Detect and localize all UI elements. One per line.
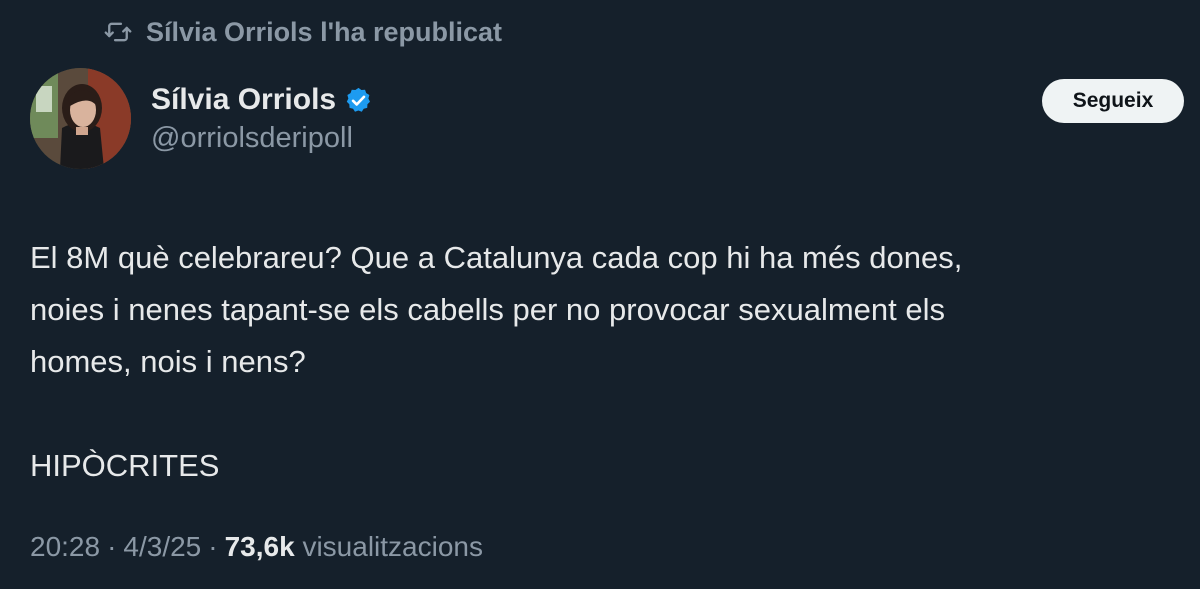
author-handle[interactable]: @orriolsderipoll: [151, 122, 353, 155]
tweet-text-line: El 8M què celebrareu? Que a Catalunya ca…: [30, 240, 963, 275]
author-name-row: Sílvia Orriols: [151, 80, 373, 120]
verified-badge-icon: [344, 86, 373, 115]
tweet-date[interactable]: 4/3/25: [123, 531, 201, 563]
avatar[interactable]: [30, 68, 131, 169]
follow-button[interactable]: Segueix: [1042, 79, 1184, 123]
tweet-text-line: homes, nois i nens?: [30, 344, 306, 379]
meta-separator: ·: [107, 531, 117, 562]
tweet-card: Sílvia Orriols l'ha republicat Sílvia Or…: [0, 0, 1200, 589]
repost-text: Sílvia Orriols l'ha republicat: [146, 16, 503, 47]
tweet-meta: 20:28 · 4/3/25 · 73,6k visualitzacions: [30, 528, 483, 566]
tweet-time[interactable]: 20:28: [30, 531, 100, 563]
views-count: 73,6k: [224, 531, 295, 562]
author-display-name[interactable]: Sílvia Orriols: [151, 83, 336, 117]
tweet-text: El 8M què celebrareu? Que a Catalunya ca…: [30, 232, 1180, 492]
tweet-text-closing: HIPÒCRITES: [30, 448, 220, 483]
views-label: visualitzacions: [302, 531, 483, 562]
tweet-text-line: noies i nenes tapant-se els cabells per …: [30, 292, 946, 327]
repost-indicator[interactable]: Sílvia Orriols l'ha republicat: [104, 14, 502, 50]
meta-separator: ·: [208, 531, 218, 562]
repost-icon: [104, 18, 132, 46]
